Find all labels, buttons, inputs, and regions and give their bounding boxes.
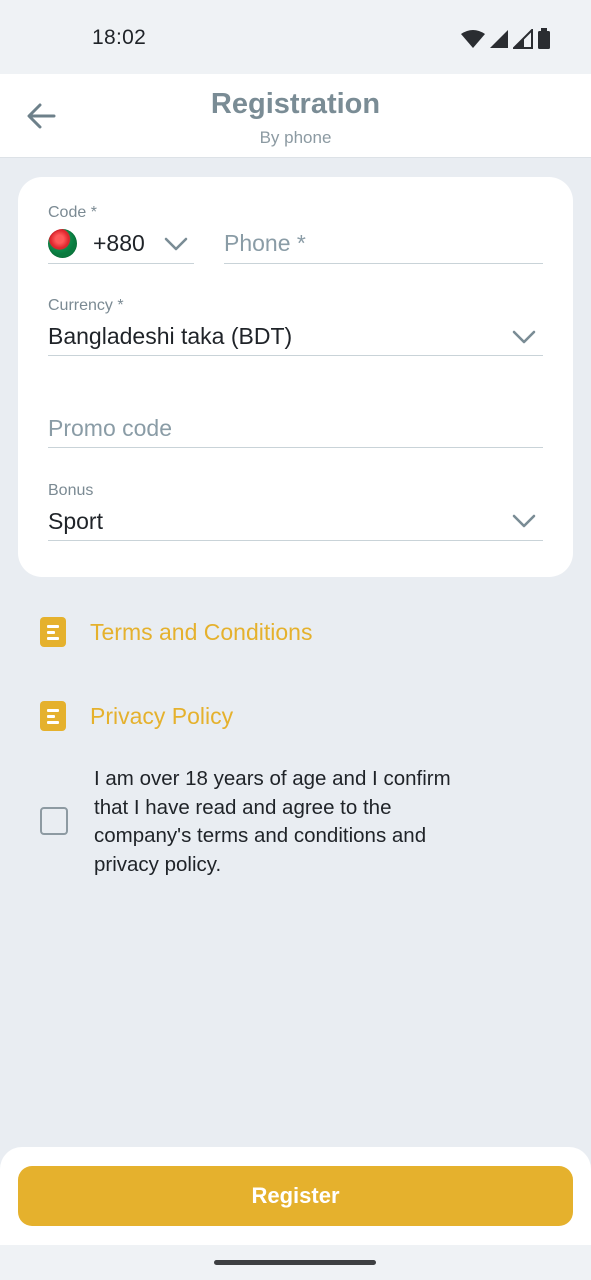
code-underline (48, 263, 194, 264)
page-subtitle: By phone (259, 128, 332, 147)
terms-link[interactable]: Terms and Conditions (40, 617, 312, 647)
signal-weak-icon (513, 29, 533, 49)
document-icon (40, 617, 66, 647)
chevron-down-icon (164, 237, 188, 251)
registration-form-card: Code * +880 Phone * Currency * Banglades… (18, 177, 573, 577)
status-time: 18:02 (92, 26, 147, 49)
battery-icon (538, 28, 550, 49)
bangladesh-flag-icon (48, 229, 77, 258)
status-icons (461, 28, 551, 50)
registration-screen: 18:02 Registration By phone Code * +880 … (0, 0, 591, 1280)
privacy-policy-link[interactable]: Privacy Policy (40, 701, 233, 731)
currency-value: Bangladeshi taka (BDT) (48, 323, 293, 349)
phone-underline (224, 263, 543, 264)
page-title: Registration (210, 88, 381, 120)
code-value: +880 (93, 230, 145, 256)
bonus-underline (48, 540, 543, 541)
terms-link-label: Terms and Conditions (90, 618, 313, 645)
wifi-icon (461, 30, 485, 48)
status-bar: 18:02 (0, 0, 591, 74)
code-label: Code * (48, 204, 97, 221)
app-header: Registration By phone (0, 74, 591, 158)
bonus-value: Sport (48, 508, 103, 534)
currency-label: Currency * (48, 297, 124, 314)
privacy-link-label: Privacy Policy (90, 702, 234, 729)
signal-icon (490, 30, 508, 48)
promo-underline (48, 447, 543, 448)
bonus-label: Bonus (48, 482, 94, 499)
agreement-checkbox[interactable] (40, 807, 68, 835)
currency-underline (48, 355, 543, 356)
chevron-down-icon (512, 330, 536, 344)
document-icon (40, 701, 66, 731)
chevron-down-icon (512, 514, 536, 528)
phone-placeholder: Phone * (224, 230, 306, 256)
home-indicator[interactable] (214, 1260, 376, 1265)
register-button[interactable]: Register (18, 1166, 573, 1226)
promo-placeholder: Promo code (48, 415, 173, 441)
agreement-text: I am over 18 years of age and I confirm … (94, 767, 451, 876)
